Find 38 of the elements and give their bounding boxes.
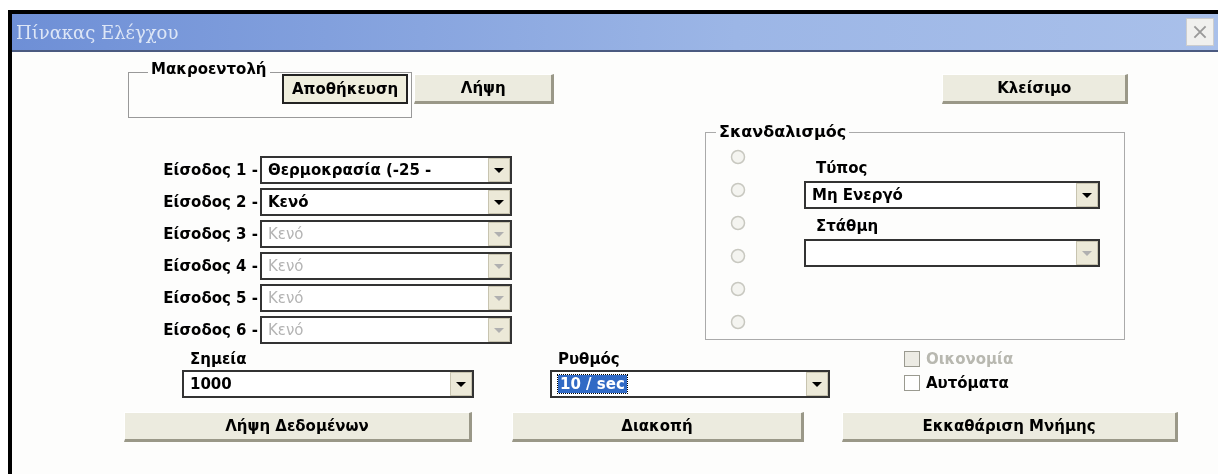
dropdown[interactable]: 10 / sec <box>550 370 830 398</box>
close-button[interactable]: Κλείσιμο <box>942 74 1129 104</box>
caret-icon <box>488 222 510 246</box>
input-label: Είσοδος 5 - <box>162 289 259 307</box>
caret-icon <box>488 190 510 214</box>
checkbox[interactable] <box>904 375 920 391</box>
rate-label: Ρυθμός <box>558 349 621 370</box>
input-label: Είσοδος 3 - <box>162 225 259 243</box>
action-button[interactable]: Εκκαθάριση Μνήμης <box>842 412 1178 442</box>
input-label: Είσοδος 4 - <box>162 257 259 275</box>
group-label: Σκανδαλισμός <box>716 122 850 142</box>
input-label: Είσοδος 2 - <box>162 193 259 211</box>
dropdown[interactable]: Θερμοκρασία (-25 - <box>260 156 512 184</box>
caret-icon <box>1076 241 1098 265</box>
window-title: Πίνακας Ελέγχου <box>15 21 179 43</box>
action-button[interactable]: Λήψη Δεδομένων <box>124 412 472 442</box>
input-label: Είσοδος 6 - <box>162 321 259 339</box>
dropdown[interactable]: 1000 <box>182 370 474 398</box>
type-label: Τύπος <box>816 158 869 179</box>
macro-button[interactable]: Αποθήκευση <box>282 74 409 104</box>
dropdown[interactable]: Κενό <box>260 188 512 216</box>
group-label: Μακροεντολή <box>148 61 270 77</box>
checkbox-label: Αυτόματα <box>926 374 1009 392</box>
level-label: Στάθμη <box>816 216 880 237</box>
input-label: Είσοδος 1 - <box>162 161 259 179</box>
caret-icon <box>1076 183 1098 207</box>
caret-icon <box>488 158 510 182</box>
action-button[interactable]: Διακοπή <box>512 412 804 442</box>
caret-icon <box>488 318 510 342</box>
caret-icon <box>488 286 510 310</box>
caret-icon <box>450 372 472 396</box>
dropdown[interactable]: Μη Ενεργό <box>804 181 1100 209</box>
macro-button[interactable]: Λήψη <box>414 74 555 104</box>
caret-icon <box>488 254 510 278</box>
points-label: Σημεία <box>190 349 248 370</box>
checkbox-label: Οικονομία <box>926 350 1014 368</box>
caret-icon <box>806 372 828 396</box>
close-icon[interactable] <box>1186 18 1214 46</box>
